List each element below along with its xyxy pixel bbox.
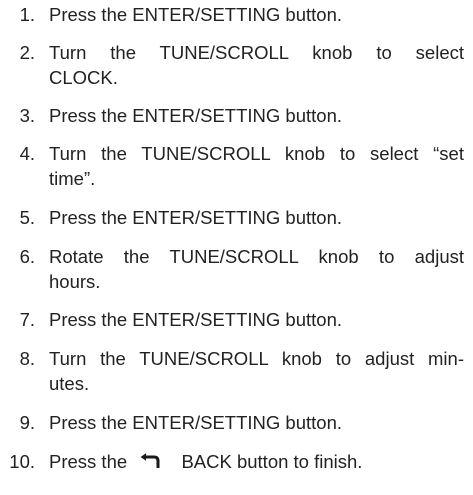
step-text-line: Turn the TUNE/SCROLL knob to adjust min- [49, 348, 464, 369]
step-number: 7. [19, 309, 35, 330]
step-text: Press the ENTER/SETTING button. [49, 105, 343, 126]
back-arrow-icon [138, 451, 162, 469]
step-text-line: time”. [49, 168, 96, 189]
step-text-before-icon: Press the [49, 451, 128, 472]
step-text: Rotate the TUNE/SCROLL knob to adjust ho… [49, 244, 464, 294]
step-number: 9. [19, 412, 35, 433]
step-text-line: Turn the TUNE/SCROLL knob to select “set [49, 143, 464, 164]
step-text-line: CLOCK. [49, 67, 118, 88]
step-number: 6. [19, 246, 35, 267]
step-number: 3. [19, 105, 35, 126]
step-text: Press the BACK button to finish. [49, 449, 464, 474]
step-number: 2. [19, 42, 35, 63]
step-number: 4. [19, 143, 35, 164]
step-number: 1. [19, 4, 35, 25]
step-text-line: hours. [49, 271, 101, 292]
step-text: Turn the TUNE/SCROLL knob to adjust min-… [49, 346, 464, 396]
step-text-line: Turn the TUNE/SCROLL knob to select [49, 42, 464, 63]
step-text-after-icon: BACK button to finish. [181, 451, 363, 472]
step-number: 8. [19, 348, 35, 369]
step-text: Turn the TUNE/SCROLL knob to select “set… [49, 141, 464, 191]
step-text: Press the ENTER/SETTING button. [49, 412, 343, 433]
step-text: Press the ENTER/SETTING button. [49, 207, 343, 228]
step-text-line: Rotate the TUNE/SCROLL knob to adjust [49, 246, 464, 267]
step-number: 10. [9, 451, 35, 472]
step-text: Press the ENTER/SETTING button. [49, 309, 343, 330]
step-number: 5. [19, 207, 35, 228]
step-text-line: utes. [49, 373, 90, 394]
step-text: Press the ENTER/SETTING button. [49, 4, 343, 25]
step-text: Turn the TUNE/SCROLL knob to select CLOC… [49, 40, 464, 90]
